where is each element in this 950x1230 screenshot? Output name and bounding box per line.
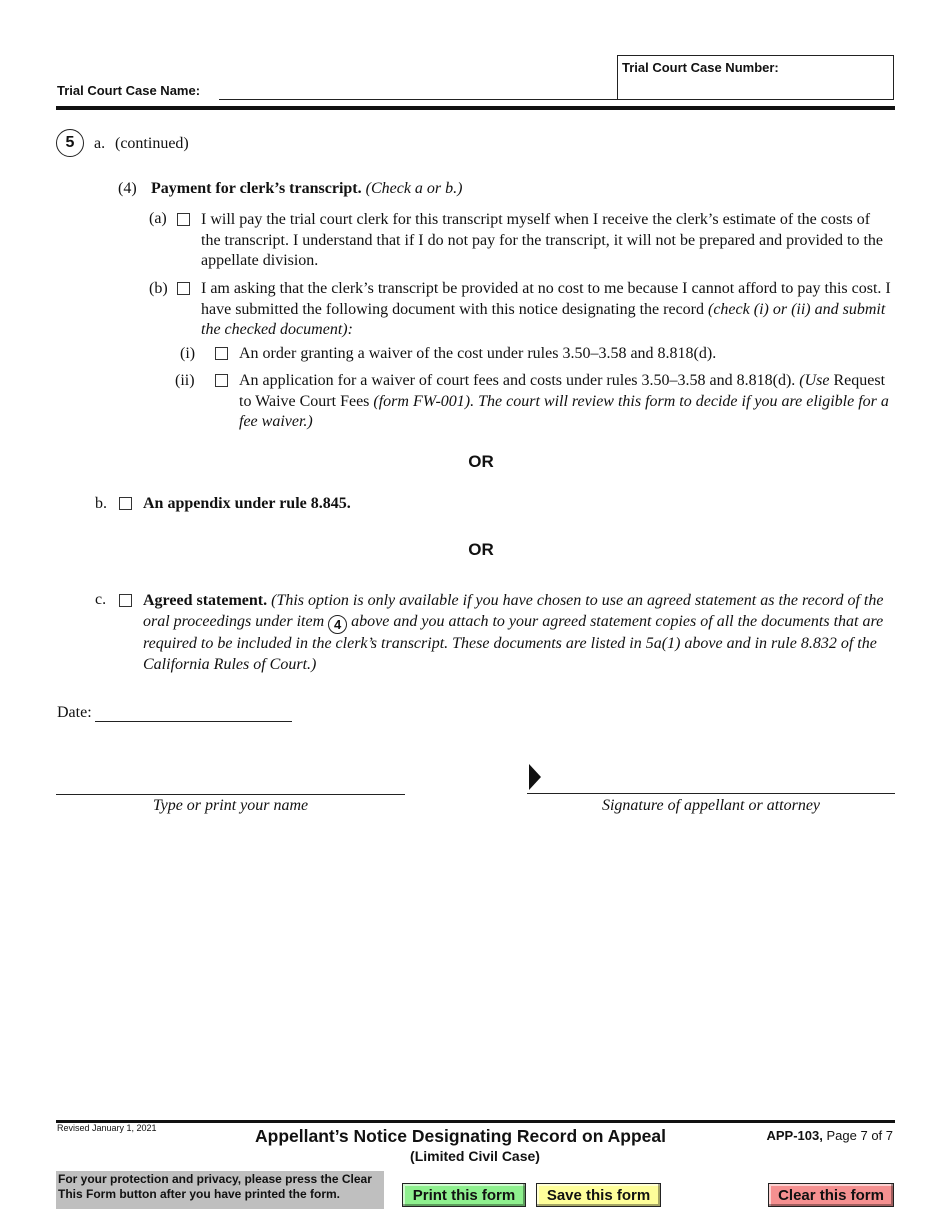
or-divider-1: OR	[468, 452, 494, 471]
form-id: APP-103,	[766, 1128, 823, 1143]
form-page-info: APP-103, Page 7 of 7	[767, 1128, 894, 1143]
item4-number: (4)	[118, 180, 137, 197]
option-b-text: I am asking that the clerk’s transcript …	[201, 279, 891, 341]
or-divider-2: OR	[468, 540, 494, 559]
case-name-field[interactable]	[219, 82, 617, 100]
case-number-label: Trial Court Case Number:	[622, 60, 779, 75]
sub-ii-label: (ii)	[175, 372, 195, 389]
case-number-field[interactable]: Trial Court Case Number:	[617, 55, 894, 100]
sub-i-text: An order granting a waiver of the cost u…	[239, 345, 717, 362]
option-agreed-checkbox[interactable]	[119, 594, 132, 607]
sub-i-label: (i)	[180, 345, 196, 362]
signature-caption: Signature of appellant or attorney	[601, 797, 821, 814]
footer-divider	[56, 1120, 895, 1123]
option-b-label: (b)	[149, 280, 168, 297]
option-appendix-text: An appendix under rule 8.845.	[143, 495, 351, 512]
item4-title: Payment for clerk’s transcript.	[151, 180, 362, 197]
sub-i-checkbox[interactable]	[215, 347, 228, 360]
section-number: 5	[65, 134, 75, 151]
item4-instruction: (Check a or b.)	[365, 180, 463, 197]
item4-heading: Payment for clerk’s transcript. (Check a…	[151, 179, 462, 200]
option-appendix-checkbox[interactable]	[119, 497, 132, 510]
print-form-button[interactable]: Print this form	[402, 1183, 526, 1207]
privacy-note: For your protection and privacy, please …	[56, 1171, 384, 1209]
sub-ii-checkbox[interactable]	[215, 374, 228, 387]
page-number: Page 7 of 7	[826, 1128, 894, 1143]
save-form-button[interactable]: Save this form	[536, 1183, 661, 1207]
form-title: Appellant’s Notice Designating Record on…	[255, 1126, 666, 1146]
sub-ii-text: An application for a waiver of court fee…	[239, 371, 889, 433]
section-continued: (continued)	[115, 135, 189, 152]
sub-ii-note-open: (Use	[799, 372, 830, 389]
option-a-label: (a)	[149, 210, 167, 227]
option-agreed-label: c.	[95, 591, 107, 608]
case-name-label: Trial Court Case Name:	[57, 83, 201, 98]
date-label: Date:	[57, 704, 92, 721]
option-agreed-title: Agreed statement.	[143, 592, 268, 609]
revised-date: Revised January 1, 2021	[57, 1123, 157, 1133]
sub-ii-body: An application for a waiver of court fee…	[239, 372, 796, 389]
header-divider	[56, 106, 895, 110]
name-caption: Type or print your name	[152, 797, 309, 814]
signature-field[interactable]	[527, 776, 895, 794]
name-field[interactable]	[56, 778, 405, 795]
option-appendix-label: b.	[95, 495, 107, 512]
option-a-checkbox[interactable]	[177, 213, 190, 226]
item-ref-badge: 4	[328, 615, 348, 635]
section-label: a.	[94, 135, 106, 152]
form-subtitle: (Limited Civil Case)	[410, 1148, 540, 1164]
item-ref-number: 4	[334, 616, 342, 632]
date-field[interactable]	[95, 704, 292, 722]
option-b-checkbox[interactable]	[177, 282, 190, 295]
section-number-badge: 5	[56, 129, 84, 157]
option-agreed-text: Agreed statement. (This option is only a…	[143, 591, 898, 675]
clear-form-button[interactable]: Clear this form	[768, 1183, 894, 1207]
option-a-text: I will pay the trial court clerk for thi…	[201, 211, 884, 269]
